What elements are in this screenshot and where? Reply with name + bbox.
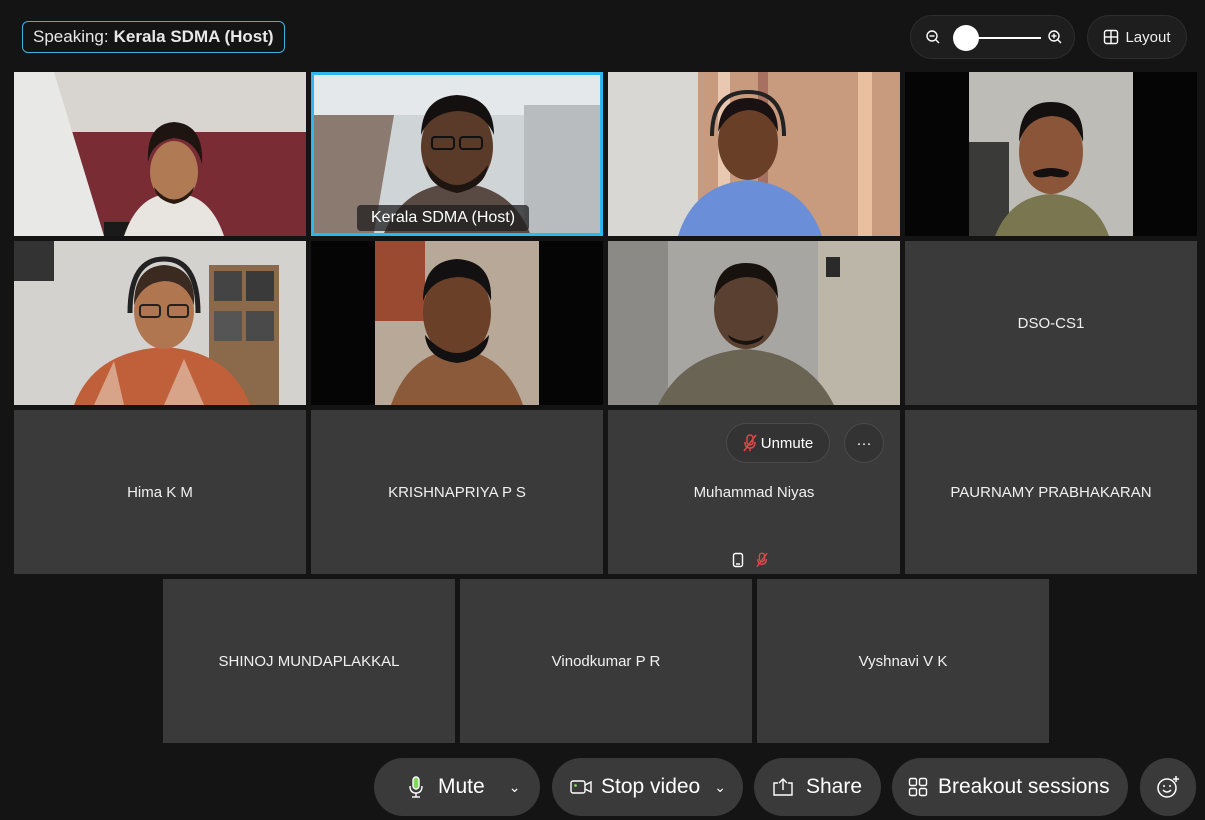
participant-name: Vinodkumar P R: [551, 652, 661, 670]
video-tile-4[interactable]: [905, 72, 1197, 236]
chevron-down-icon[interactable]: ⌄: [714, 779, 726, 796]
share-label: Share: [806, 775, 863, 798]
video-tile-3[interactable]: [608, 72, 900, 236]
mute-label: Mute: [438, 775, 485, 798]
mic-muted-icon: [743, 434, 757, 452]
participant-tile-3[interactable]: KRISHNAPRIYA P S: [311, 410, 603, 574]
mute-button[interactable]: Mute ⌄: [374, 758, 540, 816]
participant-tile-5[interactable]: PAURNAMY PRABHAKARAN: [905, 410, 1197, 574]
more-options-icon: ···: [856, 434, 872, 452]
phone-icon: [732, 552, 744, 568]
participant-name: Vyshnavi V K: [858, 652, 948, 670]
reactions-button[interactable]: [1140, 758, 1196, 816]
zoom-control: [910, 15, 1075, 59]
participant-name: SHINOJ MUNDAPLAKKAL: [218, 652, 400, 670]
video-tile-host[interactable]: Kerala SDMA (Host): [311, 72, 603, 236]
layout-label: Layout: [1125, 28, 1171, 46]
participant-video-feed: [608, 241, 900, 405]
share-icon: [773, 778, 793, 796]
participant-name: KRISHNAPRIYA P S: [388, 483, 526, 501]
stop-video-label: Stop video: [601, 775, 701, 798]
breakout-sessions-label: Breakout sessions: [938, 775, 1110, 798]
more-options-button[interactable]: ···: [844, 423, 884, 463]
smiley-icon: [1157, 776, 1179, 798]
breakout-rooms-icon: [908, 777, 928, 797]
speaking-prefix: Speaking:: [33, 27, 109, 46]
grid-icon: [1104, 29, 1119, 45]
video-tile-6[interactable]: [311, 241, 603, 405]
participant-name: Muhammad Niyas: [693, 483, 815, 501]
zoom-in-icon[interactable]: [1047, 29, 1063, 45]
active-speaker-indicator: Speaking: Kerala SDMA (Host): [22, 21, 285, 53]
participant-name: DSO-CS1: [1017, 314, 1085, 332]
participant-tile-6[interactable]: SHINOJ MUNDAPLAKKAL: [163, 579, 455, 743]
participant-name: Hima K M: [127, 483, 193, 501]
microphone-icon: [409, 776, 423, 798]
participant-name-label: Kerala SDMA (Host): [357, 205, 530, 231]
participant-video-feed: [14, 241, 306, 405]
zoom-out-icon[interactable]: [925, 29, 941, 45]
participant-video-feed: [311, 241, 603, 405]
participant-tile-1[interactable]: DSO-CS1: [905, 241, 1197, 405]
unmute-button[interactable]: Unmute: [726, 423, 830, 463]
unmute-label: Unmute: [760, 434, 814, 452]
zoom-slider-track[interactable]: [971, 37, 1041, 39]
participant-tile-4[interactable]: Unmute ··· Muhammad Niyas: [608, 410, 900, 574]
video-tile-7[interactable]: [608, 241, 900, 405]
share-button[interactable]: Share: [754, 758, 881, 816]
speaking-name: Kerala SDMA (Host): [113, 27, 274, 46]
participant-tile-8[interactable]: Vyshnavi V K: [757, 579, 1049, 743]
breakout-sessions-button[interactable]: Breakout sessions: [892, 758, 1128, 816]
participant-tile-7[interactable]: Vinodkumar P R: [460, 579, 752, 743]
participant-video-feed: [608, 72, 900, 236]
participant-status: [732, 552, 768, 568]
zoom-slider-handle[interactable]: [953, 25, 979, 51]
participant-video-feed: [905, 72, 1197, 236]
layout-button[interactable]: Layout: [1087, 15, 1187, 59]
mic-muted-icon: [756, 552, 768, 568]
video-camera-icon: [570, 780, 592, 794]
video-tile-5[interactable]: [14, 241, 306, 405]
participant-tile-2[interactable]: Hima K M: [14, 410, 306, 574]
stop-video-button[interactable]: Stop video ⌄: [552, 758, 743, 816]
video-tile-1[interactable]: [14, 72, 306, 236]
participant-name: PAURNAMY PRABHAKARAN: [950, 483, 1152, 501]
participant-video-feed: [14, 72, 306, 236]
chevron-down-icon[interactable]: ⌄: [509, 779, 521, 796]
